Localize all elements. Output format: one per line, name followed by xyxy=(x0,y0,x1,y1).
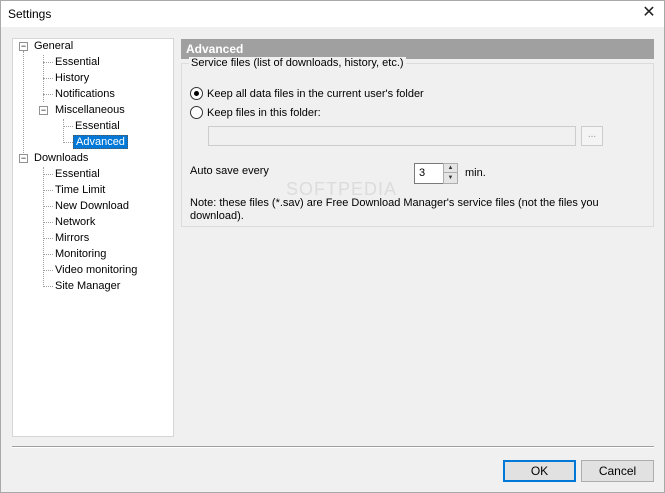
autosave-unit: min. xyxy=(465,167,486,179)
tree-line xyxy=(43,286,53,287)
panel-title: Advanced xyxy=(181,39,654,59)
tree-item-new-download[interactable]: New Download xyxy=(53,199,131,214)
tree-line xyxy=(43,94,53,95)
radio-this-folder[interactable]: Keep files in this folder: xyxy=(190,106,321,119)
tree-item-site-manager[interactable]: Site Manager xyxy=(53,279,122,294)
tree-item-label: General xyxy=(34,40,74,52)
tree-item-label: New Download xyxy=(55,200,129,212)
collapse-icon[interactable]: − xyxy=(19,154,28,163)
autosave-label: Auto save every xyxy=(190,165,269,177)
tree-line xyxy=(43,270,53,271)
tree-item-label: Essential xyxy=(55,56,100,68)
autosave-input[interactable]: 3 xyxy=(414,163,444,184)
window-title: Settings xyxy=(8,7,52,21)
tree-item-general-essential[interactable]: Essential xyxy=(53,55,102,70)
radio-unchecked-icon[interactable] xyxy=(190,106,203,119)
settings-tree[interactable]: − General Essential History Notification… xyxy=(12,38,174,437)
service-files-note: Note: these files (*.sav) are Free Downl… xyxy=(190,197,599,222)
tree-item-monitoring[interactable]: Monitoring xyxy=(53,247,108,262)
tree-item-video-monitoring[interactable]: Video monitoring xyxy=(53,263,139,278)
tree-item-history[interactable]: History xyxy=(53,71,91,86)
title-bar: Settings ✕ xyxy=(1,1,664,27)
radio-current-user-folder[interactable]: Keep all data files in the current user'… xyxy=(190,87,424,100)
radio-label: Keep all data files in the current user'… xyxy=(207,87,424,100)
tree-item-label: Video monitoring xyxy=(55,264,138,276)
tree-item-label: Site Manager xyxy=(55,280,121,292)
tree-item-label: Miscellaneous xyxy=(55,104,125,116)
autosave-spinner[interactable]: ▲ ▼ xyxy=(443,163,458,184)
tree-item-label: Essential xyxy=(55,168,100,180)
tree-item-label: Mirrors xyxy=(55,232,90,244)
tree-item-label: Time Limit xyxy=(55,184,106,196)
ok-button[interactable]: OK xyxy=(503,460,576,482)
tree-line xyxy=(43,78,53,79)
tree-item-label: Notifications xyxy=(55,88,115,100)
tree-line xyxy=(63,142,73,143)
spin-up-icon[interactable]: ▲ xyxy=(444,164,457,173)
tree-item-label: Network xyxy=(55,216,96,228)
browse-button[interactable]: ... xyxy=(581,126,603,146)
tree-line xyxy=(43,206,53,207)
tree-item-label: Monitoring xyxy=(55,248,107,260)
tree-item-downloads-essential[interactable]: Essential xyxy=(53,167,102,182)
group-title: Service files (list of downloads, histor… xyxy=(189,57,406,69)
radio-label: Keep files in this folder: xyxy=(207,106,321,119)
tree-line xyxy=(43,62,53,63)
collapse-icon[interactable]: − xyxy=(39,106,48,115)
tree-item-general[interactable]: General xyxy=(32,39,75,54)
radio-checked-icon[interactable] xyxy=(190,87,203,100)
tree-item-downloads[interactable]: Downloads xyxy=(32,151,90,166)
tree-item-label: Essential xyxy=(75,120,120,132)
divider xyxy=(12,446,654,448)
tree-item-time-limit[interactable]: Time Limit xyxy=(53,183,107,198)
tree-line xyxy=(43,238,53,239)
tree-line xyxy=(43,190,53,191)
collapse-icon[interactable]: − xyxy=(19,42,28,51)
cancel-button[interactable]: Cancel xyxy=(581,460,654,482)
tree-item-network[interactable]: Network xyxy=(53,215,97,230)
tree-line xyxy=(43,167,44,287)
tree-item-label: History xyxy=(55,72,90,84)
tree-item-label: Downloads xyxy=(34,152,89,164)
tree-line xyxy=(43,254,53,255)
tree-line xyxy=(23,51,24,163)
tree-item-miscellaneous[interactable]: Miscellaneous xyxy=(53,103,127,118)
tree-item-misc-essential[interactable]: Essential xyxy=(73,119,122,134)
tree-line xyxy=(43,174,53,175)
tree-line xyxy=(43,222,53,223)
tree-item-advanced[interactable]: Advanced xyxy=(73,135,128,150)
tree-item-label: Advanced xyxy=(73,135,128,149)
spin-down-icon[interactable]: ▼ xyxy=(444,174,457,183)
settings-window: Settings ✕ − General Essential History N… xyxy=(0,0,665,493)
tree-line xyxy=(63,119,64,143)
watermark: SOFTPEDIA xyxy=(286,179,398,199)
tree-item-mirrors[interactable]: Mirrors xyxy=(53,231,91,246)
folder-path-field[interactable] xyxy=(208,126,576,146)
tree-item-notifications[interactable]: Notifications xyxy=(53,87,117,102)
close-icon[interactable]: ✕ xyxy=(634,1,664,27)
tree-line xyxy=(63,126,73,127)
